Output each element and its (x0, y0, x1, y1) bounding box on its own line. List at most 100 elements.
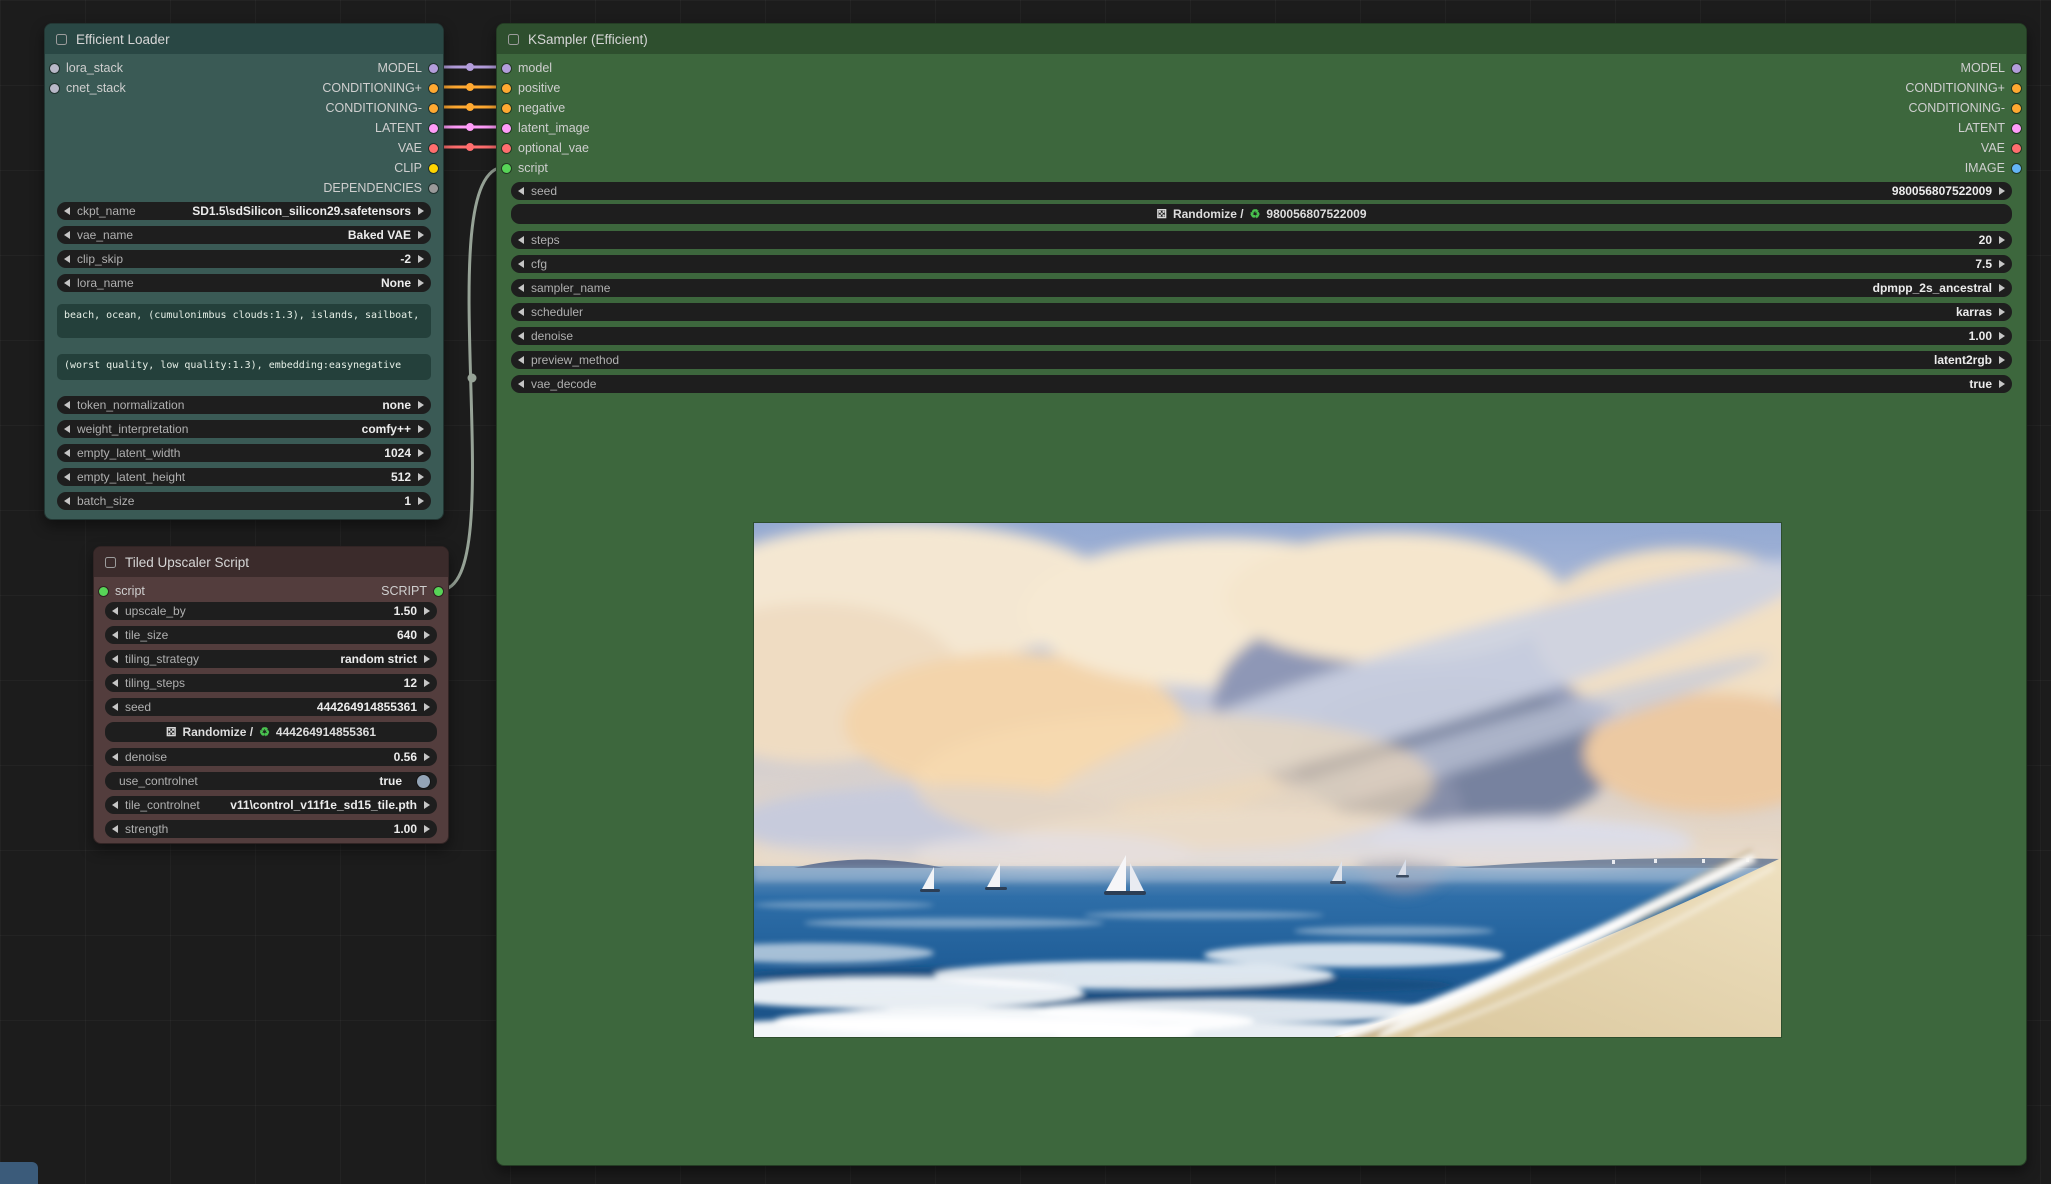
widget-sampler-name[interactable]: sampler_name dpmpp_2s_ancestral (511, 279, 2012, 297)
node-tiled-upscaler-script[interactable]: Tiled Upscaler Script script SCRIPT upsc… (93, 546, 449, 844)
randomize-seed-button[interactable]: ⚄ Randomize / ♻ 444264914855361 (105, 722, 437, 742)
widget-strength[interactable]: strength 1.00 (105, 820, 437, 838)
partial-offscreen-element[interactable] (0, 1162, 38, 1184)
increment-arrow-icon[interactable] (1999, 332, 2005, 340)
increment-arrow-icon[interactable] (418, 401, 424, 409)
decrement-arrow-icon[interactable] (64, 231, 70, 239)
node-header[interactable]: Tiled Upscaler Script (94, 547, 448, 577)
port-dot[interactable] (429, 184, 438, 193)
increment-arrow-icon[interactable] (1999, 260, 2005, 268)
collapse-box-icon[interactable] (56, 34, 67, 45)
increment-arrow-icon[interactable] (424, 703, 430, 711)
negative-prompt-textarea[interactable]: (worst quality, low quality:1.3), embedd… (57, 354, 431, 380)
decrement-arrow-icon[interactable] (64, 255, 70, 263)
port-dot[interactable] (2012, 164, 2021, 173)
increment-arrow-icon[interactable] (424, 753, 430, 761)
decrement-arrow-icon[interactable] (112, 655, 118, 663)
widget-seed[interactable]: seed 980056807522009 (511, 182, 2012, 200)
decrement-arrow-icon[interactable] (64, 497, 70, 505)
port-dot[interactable] (502, 84, 511, 93)
increment-arrow-icon[interactable] (418, 279, 424, 287)
increment-arrow-icon[interactable] (1999, 356, 2005, 364)
increment-arrow-icon[interactable] (1999, 380, 2005, 388)
widget-steps[interactable]: steps 20 (511, 231, 2012, 249)
increment-arrow-icon[interactable] (418, 255, 424, 263)
widget-upscale-by[interactable]: upscale_by 1.50 (105, 602, 437, 620)
decrement-arrow-icon[interactable] (112, 631, 118, 639)
widget-scheduler[interactable]: scheduler karras (511, 303, 2012, 321)
increment-arrow-icon[interactable] (424, 679, 430, 687)
increment-arrow-icon[interactable] (418, 207, 424, 215)
port-dot[interactable] (434, 587, 443, 596)
port-dot[interactable] (99, 587, 108, 596)
increment-arrow-icon[interactable] (424, 801, 430, 809)
decrement-arrow-icon[interactable] (518, 356, 524, 364)
port-dot[interactable] (2012, 64, 2021, 73)
widget-lora-name[interactable]: lora_name None (57, 274, 431, 292)
port-dot[interactable] (2012, 84, 2021, 93)
port-dot[interactable] (502, 64, 511, 73)
decrement-arrow-icon[interactable] (64, 279, 70, 287)
decrement-arrow-icon[interactable] (112, 825, 118, 833)
widget-seed[interactable]: seed 444264914855361 (105, 698, 437, 716)
decrement-arrow-icon[interactable] (112, 753, 118, 761)
increment-arrow-icon[interactable] (424, 631, 430, 639)
increment-arrow-icon[interactable] (1999, 308, 2005, 316)
increment-arrow-icon[interactable] (424, 825, 430, 833)
widget-clip-skip[interactable]: clip_skip -2 (57, 250, 431, 268)
port-dot[interactable] (429, 104, 438, 113)
widget-empty-latent-height[interactable]: empty_latent_height 512 (57, 468, 431, 486)
decrement-arrow-icon[interactable] (112, 703, 118, 711)
increment-arrow-icon[interactable] (1999, 236, 2005, 244)
increment-arrow-icon[interactable] (424, 655, 430, 663)
widget-weight-interpretation[interactable]: weight_interpretation comfy++ (57, 420, 431, 438)
widget-tiling-steps[interactable]: tiling_steps 12 (105, 674, 437, 692)
randomize-seed-button[interactable]: ⚄ Randomize / ♻ 980056807522009 (511, 204, 2012, 224)
decrement-arrow-icon[interactable] (518, 284, 524, 292)
widget-tile-controlnet[interactable]: tile_controlnet v11\control_v11f1e_sd15_… (105, 796, 437, 814)
node-header[interactable]: KSampler (Efficient) (497, 24, 2026, 54)
widget-empty-latent-width[interactable]: empty_latent_width 1024 (57, 444, 431, 462)
increment-arrow-icon[interactable] (418, 497, 424, 505)
decrement-arrow-icon[interactable] (518, 236, 524, 244)
positive-prompt-textarea[interactable]: beach, ocean, (cumulonimbus clouds:1.3),… (57, 304, 431, 338)
widget-cfg[interactable]: cfg 7.5 (511, 255, 2012, 273)
widget-tile-size[interactable]: tile_size 640 (105, 626, 437, 644)
port-dot[interactable] (429, 144, 438, 153)
decrement-arrow-icon[interactable] (64, 449, 70, 457)
decrement-arrow-icon[interactable] (112, 801, 118, 809)
node-header[interactable]: Efficient Loader (45, 24, 443, 54)
decrement-arrow-icon[interactable] (112, 679, 118, 687)
widget-token-normalization[interactable]: token_normalization none (57, 396, 431, 414)
widget-tiling-strategy[interactable]: tiling_strategy random strict (105, 650, 437, 668)
decrement-arrow-icon[interactable] (518, 260, 524, 268)
widget-ckpt-name[interactable]: ckpt_name SD1.5\sdSilicon_silicon29.safe… (57, 202, 431, 220)
increment-arrow-icon[interactable] (418, 425, 424, 433)
port-dot[interactable] (2012, 144, 2021, 153)
node-ksampler-efficient[interactable]: KSampler (Efficient) model positive nega… (496, 23, 2027, 1166)
decrement-arrow-icon[interactable] (64, 425, 70, 433)
widget-denoise[interactable]: denoise 0.56 (105, 748, 437, 766)
widget-vae-name[interactable]: vae_name Baked VAE (57, 226, 431, 244)
widget-preview-method[interactable]: preview_method latent2rgb (511, 351, 2012, 369)
port-dot[interactable] (502, 144, 511, 153)
increment-arrow-icon[interactable] (1999, 284, 2005, 292)
port-dot[interactable] (502, 124, 511, 133)
widget-denoise[interactable]: denoise 1.00 (511, 327, 2012, 345)
decrement-arrow-icon[interactable] (518, 380, 524, 388)
widget-batch-size[interactable]: batch_size 1 (57, 492, 431, 510)
port-dot[interactable] (429, 124, 438, 133)
port-dot[interactable] (429, 164, 438, 173)
increment-arrow-icon[interactable] (424, 607, 430, 615)
collapse-box-icon[interactable] (105, 557, 116, 568)
port-dot[interactable] (502, 104, 511, 113)
collapse-box-icon[interactable] (508, 34, 519, 45)
decrement-arrow-icon[interactable] (64, 473, 70, 481)
port-dot[interactable] (2012, 104, 2021, 113)
decrement-arrow-icon[interactable] (518, 187, 524, 195)
port-dot[interactable] (50, 84, 59, 93)
increment-arrow-icon[interactable] (418, 449, 424, 457)
increment-arrow-icon[interactable] (418, 473, 424, 481)
increment-arrow-icon[interactable] (1999, 187, 2005, 195)
port-dot[interactable] (50, 64, 59, 73)
